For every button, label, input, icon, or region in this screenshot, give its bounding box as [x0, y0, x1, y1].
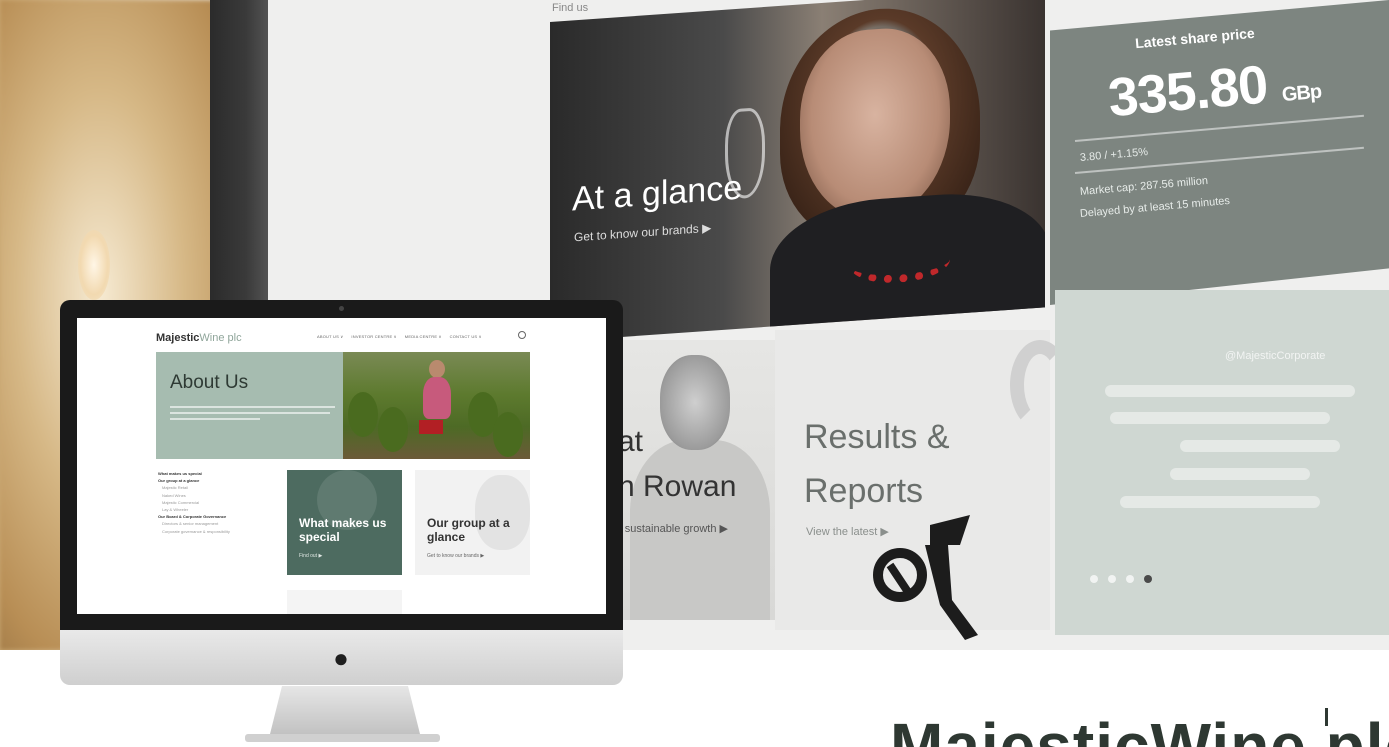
side-menu-subitem[interactable]: Majestic Commercial — [158, 499, 230, 506]
camera-icon — [339, 306, 344, 311]
wordmark-bar — [1325, 708, 1328, 726]
results-title: Results & Reports — [804, 410, 950, 519]
at-a-glance-tile[interactable]: At a glance Get to know our brands ▶ — [550, 0, 1045, 342]
vine — [493, 412, 523, 457]
side-menu-subitem[interactable]: Naked Wines — [158, 492, 230, 499]
tweet-text-line — [1105, 385, 1355, 397]
carousel-dot[interactable] — [1108, 575, 1116, 583]
tweet-text-line — [1180, 440, 1340, 452]
side-menu-subitem[interactable]: Majestic Retail — [158, 484, 230, 491]
side-menu-item[interactable]: Our Board & Corporate Governance — [158, 513, 230, 520]
imac-stand-foot — [245, 734, 440, 742]
side-menu-subitem[interactable]: Corporate governance & responsibility — [158, 528, 230, 535]
site-nav: ABOUT US ∨ INVESTOR CENTRE ∨ MEDIA CENTR… — [317, 334, 482, 339]
hero-text-line — [170, 406, 335, 408]
nav-contact-us[interactable]: CONTACT US ∨ — [450, 334, 482, 339]
nav-investor-centre[interactable]: INVESTOR CENTRE ∨ — [351, 334, 396, 339]
carousel-dots — [1090, 575, 1152, 583]
nav-media-centre[interactable]: MEDIA CENTRE ∨ — [405, 334, 442, 339]
next-tile-preview — [287, 590, 402, 614]
group-tile-title: Our group at a glance — [427, 516, 510, 544]
side-menu-subitem[interactable]: Lay & Wheeler — [158, 506, 230, 513]
results-title-line1: Results & — [804, 418, 950, 456]
person-in-pink — [423, 377, 451, 419]
logo-accent: Wine plc — [199, 332, 242, 344]
glance-title: At a glance — [572, 168, 743, 219]
logo-main: Majestic — [156, 332, 200, 344]
hero-text-line — [170, 418, 260, 420]
share-price-unit: GBp — [1281, 80, 1323, 107]
grape-crate — [419, 420, 443, 434]
vine — [348, 392, 378, 437]
carousel-dot[interactable] — [1126, 575, 1134, 583]
rowan-title-line2: n Rowan — [618, 470, 737, 503]
imac-stand — [270, 686, 420, 734]
special-tile-title: What makes us special — [299, 516, 387, 544]
person-head — [429, 360, 445, 378]
tweet-text-line — [1120, 496, 1320, 508]
site-logo[interactable]: MajesticWine plc — [156, 332, 242, 344]
imac-computer: MajesticWine plc ABOUT US ∨ INVESTOR CEN… — [60, 300, 623, 685]
carousel-dot-active[interactable] — [1144, 575, 1152, 583]
tweet-text-line — [1110, 412, 1330, 424]
search-icon[interactable] — [518, 331, 526, 339]
figure-mascot-icon — [873, 515, 978, 640]
tweet-text-line — [1170, 468, 1310, 480]
lamp-light — [78, 230, 110, 300]
side-menu: What makes us special Our group at a gla… — [158, 470, 230, 535]
imac-bezel: MajesticWine plc ABOUT US ∨ INVESTOR CEN… — [60, 300, 623, 630]
about-title: About Us — [170, 372, 249, 393]
twitter-handle[interactable]: @MajesticCorporate — [1225, 350, 1325, 362]
vineyard-photo — [343, 352, 530, 459]
carousel-dot[interactable] — [1090, 575, 1098, 583]
rowan-head — [660, 355, 730, 450]
nav-about-us[interactable]: ABOUT US ∨ — [317, 334, 343, 339]
vine — [378, 407, 408, 452]
share-price-number: 335.80 — [1105, 54, 1270, 129]
brand-wordmark: MajesticWine plc — [890, 714, 1389, 747]
imac-screen: MajesticWine plc ABOUT US ∨ INVESTOR CEN… — [77, 318, 606, 614]
rowan-link[interactable]: r sustainable growth ▶ — [618, 522, 728, 535]
special-tile-link[interactable]: Find out ▶ — [299, 553, 322, 559]
side-menu-subitem[interactable]: Directors & senior management — [158, 520, 230, 527]
twitter-feed-tile — [1055, 290, 1389, 635]
group-tile-link[interactable]: Get to know our brands ▶ — [427, 553, 484, 559]
glance-link[interactable]: Get to know our brands ▶ — [574, 221, 711, 245]
side-menu-item[interactable]: Our group at a glance — [158, 477, 230, 484]
side-menu-item[interactable]: What makes us special — [158, 470, 230, 477]
apple-logo-icon: ● — [333, 643, 349, 673]
top-link-text[interactable]: Find us — [552, 2, 588, 14]
hero-text-line — [170, 412, 330, 414]
